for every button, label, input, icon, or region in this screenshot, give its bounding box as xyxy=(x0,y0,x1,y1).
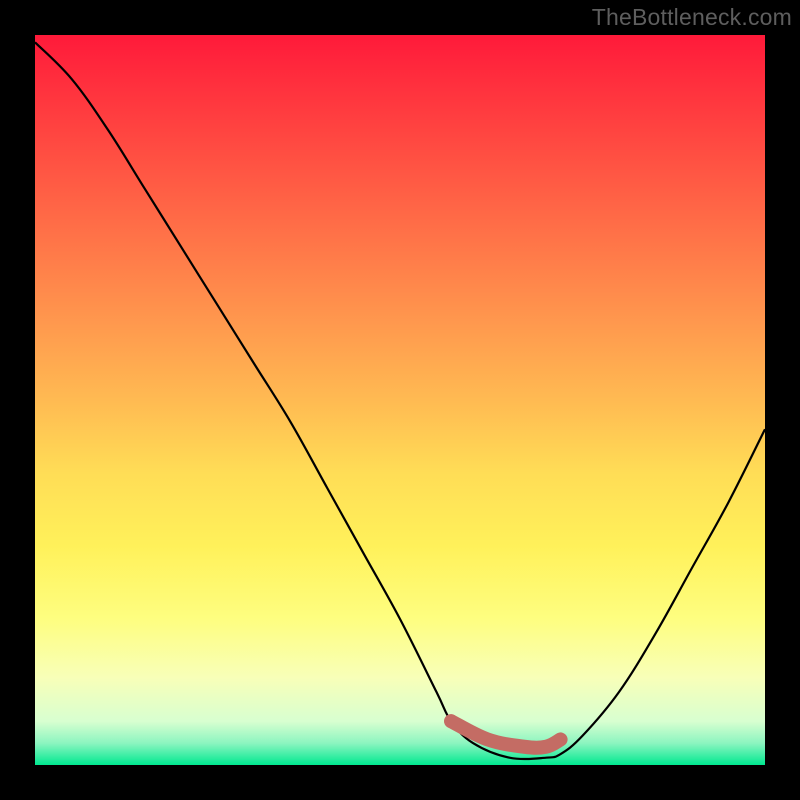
watermark-text: TheBottleneck.com xyxy=(592,4,792,31)
plot-area xyxy=(35,35,765,765)
optimal-range-marker xyxy=(451,721,560,748)
chart-svg xyxy=(35,35,765,765)
chart-stage: TheBottleneck.com xyxy=(0,0,800,800)
bottleneck-curve xyxy=(35,42,765,759)
optimal-range-start-dot xyxy=(444,714,458,728)
